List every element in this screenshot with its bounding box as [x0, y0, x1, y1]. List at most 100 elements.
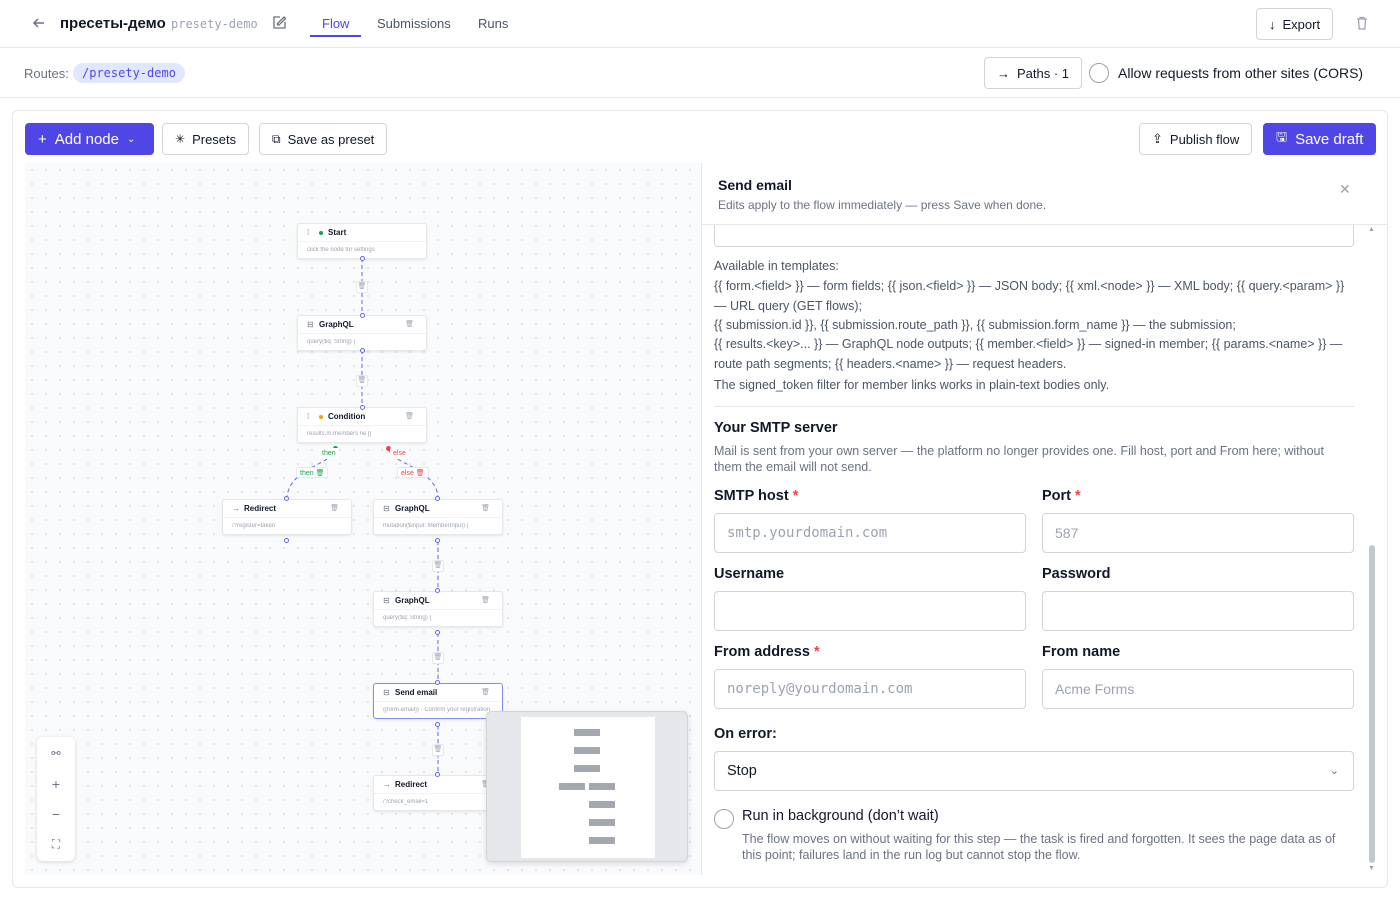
node-handle[interactable]: [435, 588, 440, 593]
edge-delete-button[interactable]: 🗑: [432, 744, 444, 756]
node-handle[interactable]: [360, 348, 365, 353]
edge-delete-button[interactable]: 🗑: [356, 281, 368, 293]
scrollbar-thumb[interactable]: [1369, 545, 1375, 863]
tab-submissions[interactable]: Submissions: [377, 16, 451, 31]
node-start[interactable]: ⁞ Start click the node for settings: [297, 223, 427, 259]
node-handle[interactable]: [435, 680, 440, 685]
node-send-email[interactable]: ⊟ Send email 🗑 {{form.email}} · Confirm …: [373, 683, 503, 719]
tab-runs[interactable]: Runs: [478, 16, 508, 31]
arrow-right-icon: →: [383, 780, 391, 789]
flow-title: пресеты-демо: [60, 15, 166, 32]
flow-slug: presety-demo: [171, 17, 258, 31]
publish-flow-button[interactable]: ⇪ Publish flow: [1139, 123, 1253, 155]
node-redirect-2[interactable]: → Redirect 🗑 /?check_email=1: [373, 775, 503, 811]
else-label: else: [390, 448, 409, 459]
node-handle[interactable]: [360, 256, 365, 261]
save-draft-button[interactable]: 🖫 Save draft: [1263, 123, 1377, 155]
export-button[interactable]: ↓ Export: [1256, 8, 1334, 40]
else-edge-label[interactable]: else 🗑: [397, 467, 429, 478]
node-handle[interactable]: [435, 722, 440, 727]
node-handle[interactable]: [435, 772, 440, 777]
status-dot: [319, 415, 323, 419]
template-help-line: {{ submission.id }}, {{ submission.route…: [714, 318, 1236, 332]
edge-delete-button[interactable]: 🗑: [356, 375, 368, 387]
template-help-heading: Available in templates:: [714, 259, 839, 273]
arrow-right-icon: →: [997, 65, 1010, 81]
cors-checkbox[interactable]: [1089, 63, 1109, 83]
on-error-select[interactable]: Stop ⌄: [714, 751, 1354, 791]
from-address-label: From address *: [714, 644, 820, 660]
save-icon: 🖫: [1276, 129, 1288, 144]
username-label: Username: [714, 566, 785, 582]
node-handle[interactable]: [284, 496, 289, 501]
back-arrow-icon[interactable]: [30, 14, 48, 32]
tab-flow[interactable]: Flow: [322, 16, 349, 31]
node-condition[interactable]: ⁞ Condition 🗑 results.m.members ne []: [297, 407, 427, 443]
template-help-line: The signed_token filter for member links…: [714, 378, 1110, 392]
node-handle[interactable]: [435, 496, 440, 501]
node-handle[interactable]: [360, 405, 365, 410]
copy-icon: ⧉: [272, 131, 281, 146]
username-input[interactable]: [714, 591, 1026, 631]
then-label: then: [319, 448, 339, 459]
node-handle[interactable]: [435, 630, 440, 635]
run-background-label: Run in background (don’t wait): [742, 808, 939, 824]
trash-icon[interactable]: 🗑: [330, 504, 339, 512]
port-input[interactable]: 587: [1042, 513, 1354, 553]
active-tab-indicator: [310, 35, 361, 37]
template-help-line: {{ form.<field> }} — form fields; {{ jso…: [714, 279, 1345, 313]
node-handle[interactable]: [284, 538, 289, 543]
zoom-in-icon[interactable]: +: [37, 769, 75, 799]
trash-icon[interactable]: 🗑: [405, 320, 414, 328]
save-as-preset-button[interactable]: ⧉ Save as preset: [259, 123, 388, 155]
then-edge-label[interactable]: then 🗑: [296, 467, 329, 478]
arrow-right-icon: →: [232, 504, 240, 513]
drag-handle-icon[interactable]: ⁞: [307, 228, 309, 237]
route-chip[interactable]: /presety-demo: [73, 63, 185, 83]
node-handle[interactable]: [435, 538, 440, 543]
edit-icon[interactable]: [271, 15, 287, 31]
fit-view-icon[interactable]: ⛶: [37, 829, 75, 859]
database-icon: ⊟: [307, 320, 314, 329]
password-label: Password: [1042, 566, 1111, 582]
database-icon: ⊟: [383, 504, 390, 513]
presets-button[interactable]: ✳ Presets: [162, 123, 250, 155]
minimap[interactable]: [486, 711, 688, 862]
from-address-input[interactable]: noreply@yourdomain.com: [714, 669, 1026, 709]
trash-icon[interactable]: 🗑: [481, 596, 490, 604]
edge-delete-button[interactable]: 🗑: [432, 560, 444, 572]
node-redirect-1[interactable]: → Redirect 🗑 /?register=taken: [222, 499, 352, 535]
password-input[interactable]: [1042, 591, 1354, 631]
node-handle[interactable]: [360, 313, 365, 318]
download-arrow-icon: ↓: [1269, 16, 1276, 32]
minimap-viewport: [521, 717, 655, 858]
smtp-host-input[interactable]: smtp.yourdomain.com: [714, 513, 1026, 553]
run-background-desc: The flow moves on without waiting for th…: [742, 832, 1336, 862]
node-graphql-1[interactable]: ⊟ GraphQL 🗑 query($q: String) {: [297, 315, 427, 351]
scroll-up-icon[interactable]: ▲: [1368, 226, 1375, 233]
edge-delete-button[interactable]: 🗑: [432, 652, 444, 664]
node-settings-panel: Send email Edits apply to the flow immed…: [701, 163, 1387, 875]
required-mark: *: [813, 644, 820, 660]
trash-icon[interactable]: 🗑: [481, 504, 490, 512]
node-graphql-3[interactable]: ⊟ GraphQL 🗑 query($q: String) {: [373, 591, 503, 627]
close-icon[interactable]: ✕: [1339, 181, 1351, 198]
scroll-down-icon[interactable]: ▼: [1368, 865, 1375, 872]
add-node-button[interactable]: + Add node ⌄: [25, 123, 154, 155]
chevron-down-icon: ⌄: [1329, 765, 1339, 777]
loader-icon: ✳: [175, 132, 186, 146]
database-icon: ⊟: [383, 596, 390, 605]
node-graphql-2[interactable]: ⊟ GraphQL 🗑 mutation($input: MemberInput…: [373, 499, 503, 535]
drag-handle-icon[interactable]: ⁞: [307, 412, 309, 421]
from-name-label: From name: [1042, 644, 1121, 660]
trash-icon[interactable]: 🗑: [481, 688, 490, 696]
trash-icon[interactable]: 🗑: [405, 412, 414, 420]
run-background-checkbox[interactable]: [714, 809, 734, 829]
routes-label: Routes:: [24, 66, 69, 81]
paths-button[interactable]: → Paths · 1: [984, 57, 1083, 89]
upload-icon: ⇪: [1152, 131, 1163, 146]
link-icon[interactable]: ⚯: [37, 739, 75, 769]
delete-flow-icon[interactable]: [1354, 15, 1370, 31]
from-name-input[interactable]: Acme Forms: [1042, 669, 1354, 709]
zoom-out-icon[interactable]: −: [37, 799, 75, 829]
